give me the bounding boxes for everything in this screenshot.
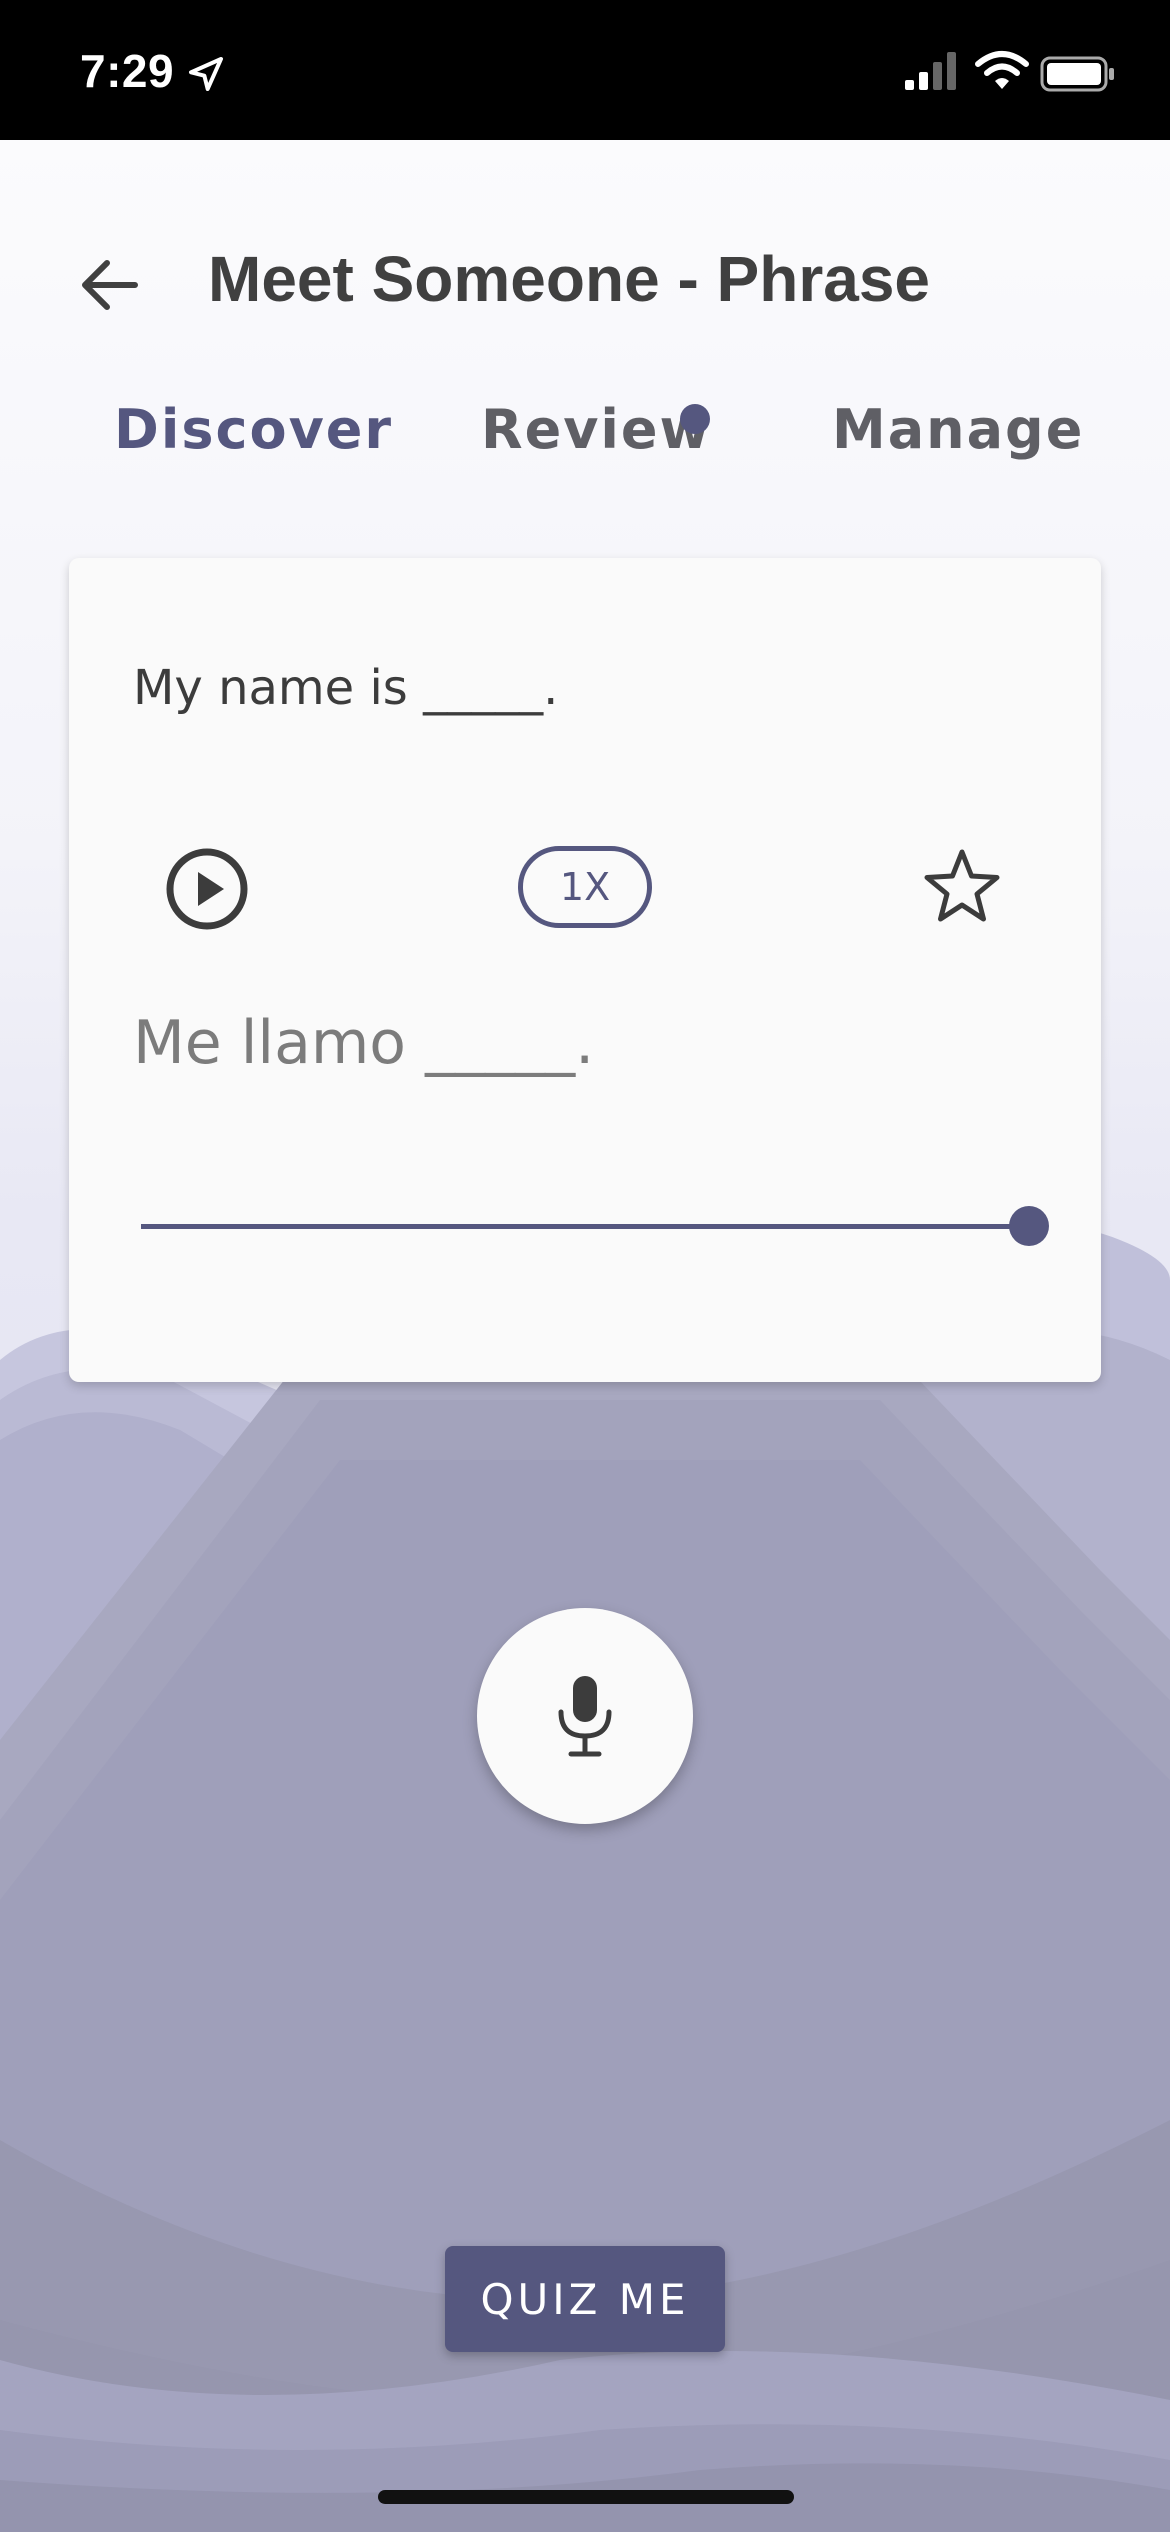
play-circle-icon xyxy=(166,848,248,930)
playback-speed-button[interactable]: 1X xyxy=(518,846,652,928)
phrase-english: My name is _____. xyxy=(133,660,559,716)
wifi-icon xyxy=(975,51,1029,89)
location-arrow-icon xyxy=(189,57,223,91)
status-time: 7:29 xyxy=(80,45,175,97)
cellular-signal-icon xyxy=(905,52,956,90)
play-button[interactable] xyxy=(164,846,250,932)
playback-slider-thumb[interactable] xyxy=(1009,1206,1049,1246)
phrase-card: My name is _____. 1X Me llamo _____. xyxy=(69,558,1101,1382)
tab-review[interactable]: Review xyxy=(481,398,711,461)
arrow-left-icon xyxy=(82,260,138,310)
page-title: Meet Someone - Phrase xyxy=(208,243,930,315)
home-indicator[interactable] xyxy=(378,2490,794,2504)
record-button[interactable] xyxy=(477,1608,693,1824)
tab-discover[interactable]: Discover xyxy=(114,398,393,461)
star-outline-icon xyxy=(924,849,1000,922)
favorite-button[interactable] xyxy=(919,844,1005,930)
back-button[interactable] xyxy=(64,240,154,330)
quiz-me-button[interactable]: QUIZ ME xyxy=(445,2246,725,2352)
phrase-spanish: Me llamo _____. xyxy=(133,1008,595,1078)
playback-slider-track[interactable] xyxy=(141,1224,1029,1229)
status-bar: 7:29 xyxy=(0,0,1170,140)
tab-manage[interactable]: Manage xyxy=(832,398,1084,461)
review-notification-dot xyxy=(680,404,710,434)
microphone-icon xyxy=(558,1676,612,1757)
battery-icon xyxy=(1040,56,1114,92)
